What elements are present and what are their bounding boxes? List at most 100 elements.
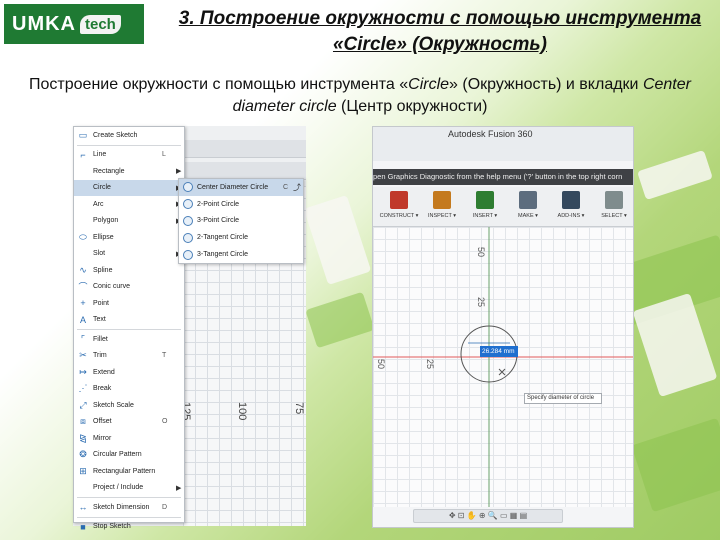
submenu-item-label: Center Diameter Circle <box>197 183 269 191</box>
sketch-scale-icon: ⤢ <box>79 399 87 410</box>
offset-icon: ⧈ <box>80 416 86 427</box>
toolbar-label: INSERT ▾ <box>472 213 498 219</box>
fillet-icon: ⌜ <box>80 333 86 344</box>
menu-item-spline[interactable]: ∿ Spline <box>74 262 184 279</box>
menu-separator <box>77 516 181 518</box>
circular-pattern-icon: ❂ <box>79 449 87 460</box>
submenu-item-3-tangent-circle[interactable]: 3-Tangent Circle <box>179 246 303 263</box>
extend-icon: ↦ <box>79 366 87 377</box>
toolbar-add-ins[interactable]: ADD-INS ▾ <box>551 191 591 219</box>
menu-item-conic-curve[interactable]: ⌒ Conic curve <box>74 279 184 296</box>
submenu-item-label: 2-Point Circle <box>197 200 240 208</box>
menu-item-offset[interactable]: ⧈ Offset O <box>74 414 184 431</box>
menu-item-label: Polygon <box>93 217 119 225</box>
menu-item-sketch-scale[interactable]: ⤢ Sketch Scale <box>74 397 184 414</box>
submenu-item-label: 3-Tangent Circle <box>197 251 248 259</box>
subtitle-text: » (Окружность) и вкладки <box>449 76 643 93</box>
menu-item-circular-pattern[interactable]: ❂ Circular Pattern <box>74 447 184 464</box>
blank-icon <box>77 482 89 494</box>
menu-item-project-include[interactable]: Project / Include ▶ <box>74 480 184 497</box>
sketch-svg <box>373 227 633 507</box>
text-icon: A <box>79 314 86 325</box>
slide-subtitle: Построение окружности с помощью инструме… <box>10 74 710 118</box>
conic-curve-icon: ⌒ <box>78 282 88 293</box>
submenu-item-3-point-circle[interactable]: 3-Point Circle <box>179 213 303 230</box>
make-icon <box>519 191 537 209</box>
submenu-item-center-diameter-circle[interactable]: Center Diameter Circle C ⤴ <box>179 179 303 196</box>
insert-icon <box>476 191 494 209</box>
circle-icon <box>183 232 193 243</box>
logo-text: UMKA <box>12 12 76 35</box>
menu-item-label: Sketch Dimension <box>93 503 150 511</box>
axis-label: 75 <box>293 402 305 415</box>
menu-item-circle[interactable]: Circle▶ <box>74 179 184 196</box>
main-toolbar: CONSTRUCT ▾ INSPECT ▾ INSERT ▾ MAKE ▾ ADD-IN… <box>373 187 633 227</box>
toolbar-band <box>183 140 306 158</box>
menu-item-text[interactable]: A Text <box>74 312 184 329</box>
ellipse-icon: ⬭ <box>79 231 87 242</box>
background-decoration <box>303 195 372 285</box>
toolbar-select[interactable]: SELECT ▾ <box>594 191 633 219</box>
menu-item-sketch-dimension[interactable]: ↔ Sketch Dimension D <box>74 499 184 516</box>
sketch-dimension-icon: ↔ <box>78 502 88 513</box>
add-ins-icon <box>562 191 580 209</box>
menu-item-label: Line <box>93 151 107 159</box>
toolbar-construct[interactable]: CONSTRUCT ▾ <box>379 191 419 219</box>
menu-item-stop-sketch[interactable]: ■ Stop Sketch <box>74 519 184 536</box>
pin-icon[interactable]: ⤴ <box>293 182 303 193</box>
circle-icon <box>183 182 193 193</box>
menu-item-fillet[interactable]: ⌜ Fillet <box>74 331 184 348</box>
background-decoration <box>637 149 713 201</box>
menu-item-label: Circle <box>93 184 111 192</box>
break-icon: ⋰ <box>78 383 88 394</box>
menu-item-arc[interactable]: Arc▶ <box>74 196 184 213</box>
h-axis-label: 25 <box>425 359 435 370</box>
menu-item-label: Circular Pattern <box>93 451 142 459</box>
menu-item-slot[interactable]: Slot▶ <box>74 246 184 263</box>
toolbar-make[interactable]: MAKE ▾ <box>508 191 548 219</box>
menu-item-shortcut: T <box>162 352 167 360</box>
diameter-input[interactable]: 26.284 mm <box>480 346 518 357</box>
menu-item-label: Create Sketch <box>93 131 138 139</box>
menu-item-label: Text <box>93 316 106 324</box>
submenu-arrow-icon: ▶ <box>176 168 182 176</box>
menu-item-label: Rectangle <box>93 167 125 175</box>
submenu-item-2-tangent-circle[interactable]: 2-Tangent Circle <box>179 229 303 246</box>
menu-item-line[interactable]: ⌐ Line L <box>74 147 184 164</box>
rectangular-pattern-icon: ⊞ <box>79 465 87 476</box>
menu-item-polygon[interactable]: Polygon▶ <box>74 213 184 230</box>
menu-item-ellipse[interactable]: ⬭ Ellipse <box>74 229 184 246</box>
mirror-icon: ⧎ <box>79 432 87 443</box>
menu-item-label: Extend <box>93 368 115 376</box>
create-sketch-icon: ▭ <box>78 129 88 140</box>
navigation-bar[interactable]: ✥ ⊡ ✋ ⊕ 🔍 ▭ ▦ ▤ <box>413 509 563 523</box>
blank-icon <box>77 182 89 194</box>
stop-sketch-icon: ■ <box>80 521 86 532</box>
h-axis-label: 50 <box>376 359 386 370</box>
menu-item-rectangle[interactable]: Rectangle ▶ <box>74 163 184 180</box>
menu-item-rectangular-pattern[interactable]: ⊞ Rectangular Pattern <box>74 463 184 480</box>
sketch-canvas: 50 25 50 25 <box>373 227 633 507</box>
menu-item-label: Spline <box>93 266 113 274</box>
toolbar-insert[interactable]: INSERT ▾ <box>465 191 505 219</box>
blank-icon <box>77 215 89 227</box>
menu-item-label: Offset <box>93 418 112 426</box>
cursor-crosshair <box>498 368 506 376</box>
menu-item-point[interactable]: + Point <box>74 295 184 312</box>
menu-separator <box>77 329 181 330</box>
v-axis-label: 25 <box>476 297 486 308</box>
menu-item-label: Rectangular Pattern <box>93 467 156 475</box>
background-decoration <box>632 292 718 398</box>
menu-item-mirror[interactable]: ⧎ Mirror <box>74 430 184 447</box>
menu-item-trim[interactable]: ✂ Trim T <box>74 348 184 365</box>
circle-icon <box>183 249 193 260</box>
diagnostic-banner: pen Graphics Diagnostic from the help me… <box>373 169 633 185</box>
menu-separator <box>77 497 181 498</box>
menu-item-break[interactable]: ⋰ Break <box>74 381 184 398</box>
menu-item-create-sketch[interactable]: ▭ Create Sketch <box>74 127 184 144</box>
menu-item-label: Break <box>93 385 112 393</box>
menu-item-extend[interactable]: ↦ Extend <box>74 364 184 381</box>
submenu-item-2-point-circle[interactable]: 2-Point Circle <box>179 196 303 213</box>
menu-item-shortcut: L <box>162 151 166 159</box>
toolbar-inspect[interactable]: INSPECT ▾ <box>422 191 462 219</box>
